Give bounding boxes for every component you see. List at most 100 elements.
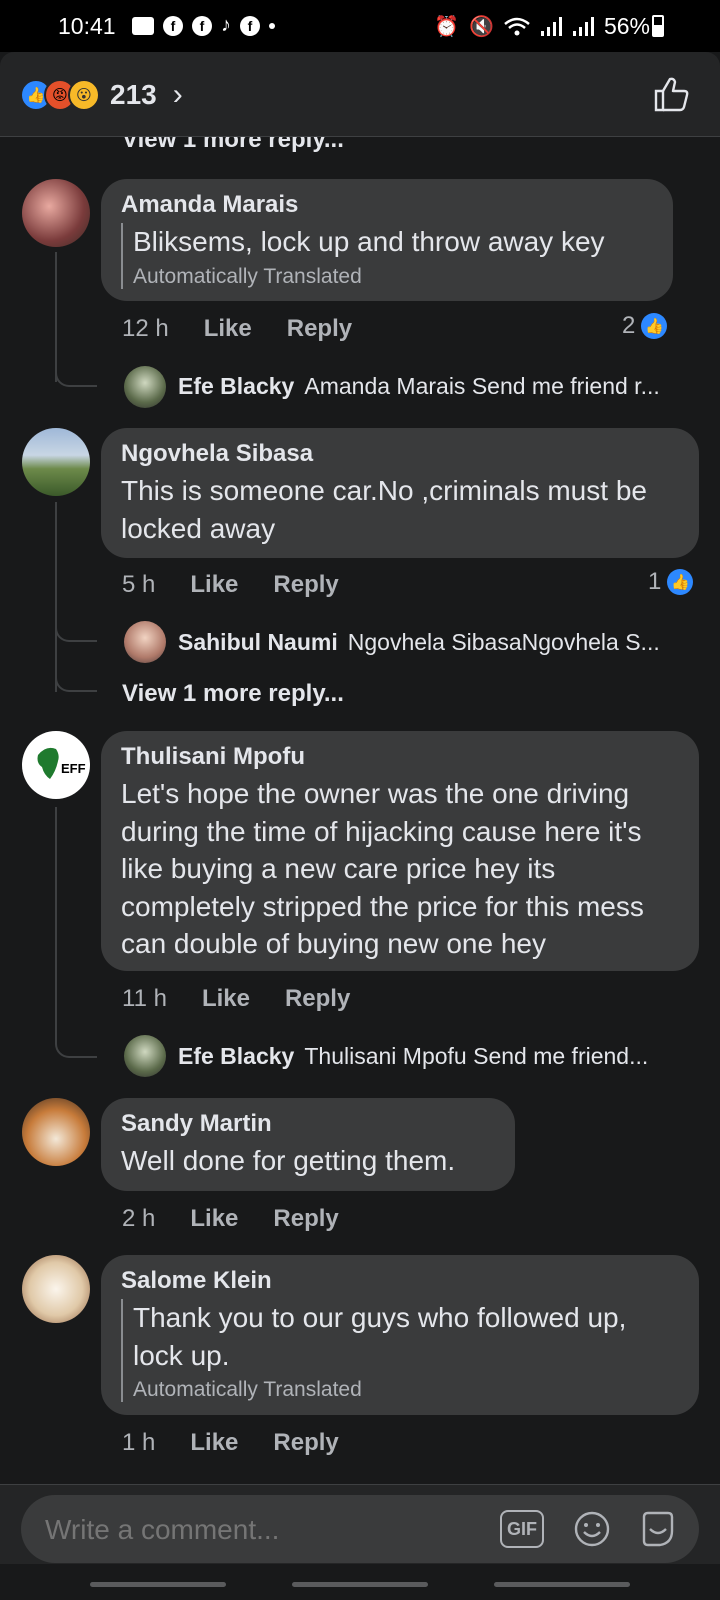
- comment-thread[interactable]: View 1 more reply... Amanda Marais Bliks…: [0, 137, 720, 1484]
- reply-button[interactable]: Reply: [273, 571, 338, 599]
- sticker-icon[interactable]: [638, 1509, 678, 1549]
- notification-icons: f f ♪ f: [132, 14, 275, 37]
- reply-avatar[interactable]: [124, 1035, 166, 1077]
- wow-reaction-icon: 😮: [68, 79, 100, 111]
- comment-bubble[interactable]: Sandy Martin Well done for getting them.: [101, 1098, 515, 1191]
- battery-icon: [652, 15, 664, 37]
- comment-author[interactable]: Salome Klein: [121, 1267, 679, 1295]
- alarm-icon: ⏰: [434, 16, 460, 38]
- reply-text: Amanda Marais Send me friend r...: [304, 373, 660, 399]
- more-notifications-dot: [269, 22, 275, 29]
- view-more-replies-link[interactable]: View 1 more reply...: [122, 137, 344, 154]
- thread-line: [55, 337, 97, 387]
- reply-button[interactable]: Reply: [285, 985, 350, 1013]
- view-more-replies-link[interactable]: View 1 more reply...: [122, 680, 344, 708]
- status-bar: 10:41 f f ♪ f ⏰ 🔇 56%: [0, 0, 720, 52]
- reaction-count: 213: [110, 79, 157, 110]
- reply-preview[interactable]: Efe Blacky Thulisani Mpofu Send me frien…: [178, 1043, 698, 1070]
- like-icon[interactable]: [652, 74, 692, 114]
- reply-text: Ngovhela SibasaNgovhela S...: [347, 629, 660, 655]
- reply-preview[interactable]: Sahibul Naumi Ngovhela SibasaNgovhela S.…: [178, 629, 698, 656]
- translated-label[interactable]: Automatically Translated: [133, 265, 653, 289]
- reply-button[interactable]: Reply: [273, 1205, 338, 1233]
- facebook-icon: f: [240, 15, 260, 36]
- comment-text: This is someone car.No ,criminals must b…: [121, 475, 647, 544]
- battery-percent: 56%: [603, 13, 650, 39]
- avatar[interactable]: [22, 179, 90, 247]
- reply-preview[interactable]: Efe Blacky Amanda Marais Send me friend …: [178, 373, 698, 400]
- comment-time: 5 h: [122, 571, 156, 598]
- comment-like-count[interactable]: 1 👍: [648, 568, 694, 596]
- comment-time: 12 h: [122, 315, 169, 342]
- like-button[interactable]: Like: [190, 571, 238, 599]
- chevron-right-icon: ›: [172, 78, 183, 111]
- like-count-number: 2: [622, 312, 636, 339]
- comment-input[interactable]: [43, 1495, 467, 1565]
- avatar[interactable]: EFF: [22, 731, 90, 799]
- signal-icon: [572, 16, 594, 36]
- wifi-icon: [504, 17, 530, 35]
- comment-text: Let's hope the owner was the one driving…: [121, 778, 644, 959]
- facebook-icon: f: [163, 15, 183, 36]
- svg-text:EFF: EFF: [61, 761, 86, 776]
- comment-actions: 2 h Like Reply: [122, 1205, 339, 1233]
- gif-button[interactable]: GIF: [500, 1510, 544, 1548]
- emoji-icon[interactable]: [574, 1511, 610, 1547]
- tiktok-icon: ♪: [221, 14, 231, 36]
- eff-logo-icon: EFF: [37, 747, 86, 779]
- like-button[interactable]: Like: [202, 985, 250, 1013]
- avatar[interactable]: [22, 1255, 90, 1323]
- comment-composer: GIF: [0, 1484, 720, 1565]
- reply-text: Thulisani Mpofu Send me friend...: [304, 1043, 649, 1069]
- comment-author[interactable]: Sandy Martin: [121, 1110, 495, 1138]
- comment-time: 1 h: [122, 1429, 156, 1456]
- comment-bubble[interactable]: Thulisani Mpofu Let's hope the owner was…: [101, 731, 699, 971]
- like-count-number: 1: [648, 568, 662, 595]
- thread-line: [55, 642, 97, 692]
- status-time: 10:41: [58, 13, 116, 39]
- home-button[interactable]: [292, 1582, 428, 1587]
- translated-block: Bliksems, lock up and throw away key Aut…: [121, 223, 653, 289]
- comment-time: 11 h: [122, 985, 167, 1012]
- comment-box[interactable]: GIF: [21, 1495, 699, 1565]
- thread-line: [55, 592, 97, 642]
- back-button[interactable]: [494, 1582, 630, 1587]
- facebook-icon: f: [192, 15, 212, 36]
- comment-actions: 12 h Like Reply: [122, 315, 352, 343]
- comment-text: Bliksems, lock up and throw away key: [133, 226, 605, 257]
- translated-block: Thank you to our guys who followed up, l…: [121, 1299, 679, 1402]
- comment-actions: 5 h Like Reply: [122, 571, 339, 599]
- avatar[interactable]: [22, 1098, 90, 1166]
- comment-text: Well done for getting them.: [121, 1145, 456, 1176]
- like-button[interactable]: Like: [204, 315, 252, 343]
- reply-avatar[interactable]: [124, 366, 166, 408]
- system-nav-bar: [0, 1564, 720, 1600]
- like-button[interactable]: Like: [190, 1205, 238, 1233]
- reactions-header: 👍 😡 😮 213 ›: [0, 52, 720, 137]
- message-icon: [132, 16, 154, 35]
- recent-apps-button[interactable]: [90, 1582, 226, 1587]
- like-badge-icon: 👍: [667, 569, 694, 595]
- translated-label[interactable]: Automatically Translated: [133, 1378, 679, 1402]
- comment-author[interactable]: Amanda Marais: [121, 191, 653, 219]
- reply-avatar[interactable]: [124, 621, 166, 663]
- reply-author: Efe Blacky: [178, 373, 295, 399]
- comment-bubble[interactable]: Salome Klein Thank you to our guys who f…: [101, 1255, 699, 1415]
- reactions-summary[interactable]: 👍 😡 😮 213 ›: [20, 78, 183, 112]
- reply-author: Efe Blacky: [178, 1043, 295, 1069]
- comment-author[interactable]: Ngovhela Sibasa: [121, 440, 679, 468]
- comment-like-count[interactable]: 2 👍: [622, 312, 668, 340]
- thread-line: [55, 1012, 97, 1058]
- comment-bubble[interactable]: Ngovhela Sibasa This is someone car.No ,…: [101, 428, 699, 558]
- thread-line: [55, 807, 57, 1017]
- comment-actions: 1 h Like Reply: [122, 1429, 339, 1457]
- like-button[interactable]: Like: [190, 1429, 238, 1457]
- system-icons: ⏰ 🔇 56%: [434, 13, 650, 40]
- mute-icon: 🔇: [469, 16, 494, 38]
- reply-button[interactable]: Reply: [287, 315, 352, 343]
- reply-button[interactable]: Reply: [273, 1429, 338, 1457]
- comment-bubble[interactable]: Amanda Marais Bliksems, lock up and thro…: [101, 179, 673, 301]
- avatar[interactable]: [22, 428, 90, 496]
- comment-text: Thank you to our guys who followed up, l…: [133, 1302, 627, 1371]
- comment-author[interactable]: Thulisani Mpofu: [121, 743, 679, 771]
